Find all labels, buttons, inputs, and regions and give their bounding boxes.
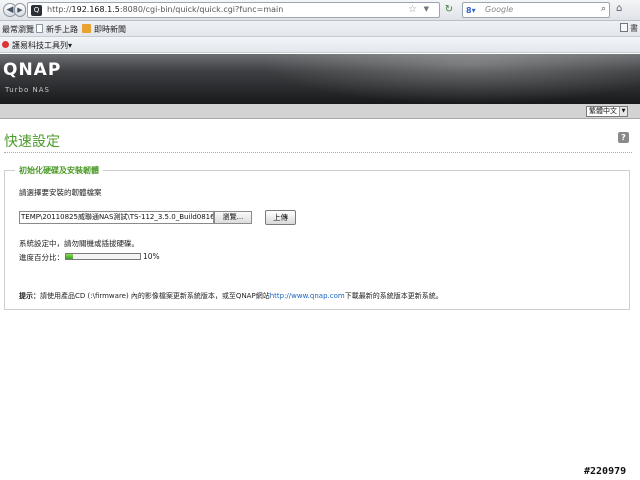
addon-toolbar: 護易科技工具列▾ [0, 37, 640, 53]
qnap-website-link[interactable]: http://www.qnap.com [270, 292, 345, 300]
qnap-favicon-icon: Q [31, 5, 42, 16]
progress-fill [66, 254, 74, 259]
progress-label: 進度百分比： [19, 253, 64, 262]
bookmarks-icon [620, 23, 628, 32]
title-divider [4, 152, 632, 153]
chevron-down-icon[interactable]: ▼ [424, 5, 429, 13]
bookmark-star-icon[interactable]: ☆ [408, 4, 417, 15]
search-icon[interactable]: ⌕ [601, 4, 606, 14]
search-placeholder: Google [485, 5, 514, 14]
bookmarks-menu[interactable]: 書 [620, 23, 638, 34]
page-title: 快速設定 [4, 134, 60, 150]
address-bar[interactable]: Q http://192.168.1.5:8080/cgi-bin/quick/… [27, 2, 440, 18]
qnap-header: QNAP Turbo NAS [0, 54, 640, 104]
upload-button[interactable]: 上傳 [265, 210, 296, 225]
search-box[interactable]: 8▾ Google ⌕ [462, 2, 610, 18]
home-icon[interactable]: ⌂ [616, 3, 622, 14]
browse-button[interactable]: 瀏覽... [214, 211, 252, 224]
firmware-file-input[interactable]: TEMP\20110825威聯通NAS測試\TS-112_3.5.0_Build… [19, 211, 214, 224]
language-bar: 繁體中文 ▼ [0, 104, 640, 119]
reload-icon[interactable]: ↻ [442, 3, 456, 17]
url-text: http://192.168.1.5:8080/cgi-bin/quick/qu… [47, 5, 284, 14]
hint-label: 提示： [19, 292, 40, 300]
hint-text: 請使用產品CD (:\firmware) 內的影像檔案更新系統版本，或至QNAP… [40, 292, 270, 300]
forward-button[interactable]: ▶ [14, 3, 26, 17]
google-icon[interactable]: 8▾ [466, 5, 477, 16]
bookmark-latest-news[interactable]: 即時新聞 [82, 24, 126, 35]
bookmark-most-visited[interactable]: 最常瀏覽 [2, 24, 34, 35]
qnap-logo: QNAP [3, 60, 62, 80]
qnap-tagline: Turbo NAS [5, 86, 50, 94]
bookmark-getting-started[interactable]: 新手上路 [36, 24, 78, 35]
browser-nav-bar: ◀ ▶ Q http://192.168.1.5:8080/cgi-bin/qu… [0, 0, 640, 21]
chevron-down-icon: ▼ [619, 107, 627, 116]
status-text: 系統設定中，請勿關機或插拔硬碟。 [19, 239, 139, 248]
toolbar-logo-icon [2, 41, 9, 48]
help-icon[interactable]: ? [618, 132, 629, 143]
page-icon [36, 24, 43, 33]
firmware-install-panel: 初始化硬碟及安裝韌體 請選擇要安裝的韌體檔案 TEMP\20110825威聯通N… [4, 165, 630, 310]
addon-toolbar-item[interactable]: 護易科技工具列▾ [2, 40, 72, 51]
hint: 提示：請使用產品CD (:\firmware) 內的影像檔案更新系統版本，或至Q… [19, 291, 443, 301]
progress-bar [65, 253, 141, 260]
progress-percent: 10% [143, 252, 160, 261]
panel-legend: 初始化硬碟及安裝韌體 [15, 165, 103, 176]
rss-icon [82, 24, 91, 33]
image-watermark: #220979 [584, 466, 627, 477]
language-select[interactable]: 繁體中文 ▼ [586, 106, 628, 117]
hint-tail: 下載最新的系統版本更新系統。 [344, 292, 443, 300]
firmware-instruction: 請選擇要安裝的韌體檔案 [19, 188, 102, 197]
bookmarks-bar: 最常瀏覽 新手上路 即時新聞 書 [0, 21, 640, 37]
